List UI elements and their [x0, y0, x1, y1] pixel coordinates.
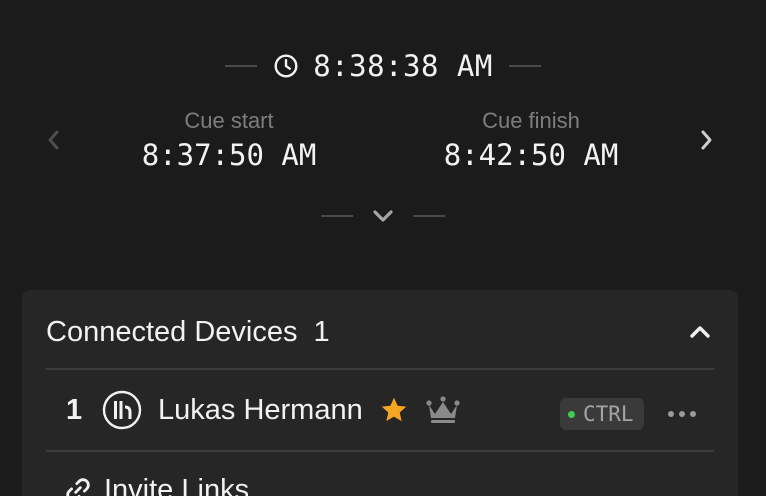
current-time-row: 8:38:38 AM: [0, 44, 766, 88]
star-icon[interactable]: [379, 395, 409, 425]
panel-divider: [46, 450, 714, 452]
invite-links-row[interactable]: Invite Links: [46, 468, 714, 496]
collapse-devices-button[interactable]: [686, 318, 714, 346]
chevron-up-icon: [690, 326, 710, 338]
connected-devices-count: 1: [313, 315, 330, 348]
current-time: 8:38:38 AM: [313, 49, 493, 83]
previous-cue-button[interactable]: [40, 126, 68, 154]
chevron-down-icon: [373, 210, 393, 222]
connected-devices-header[interactable]: Connected Devices 1: [46, 310, 714, 354]
device-index: 1: [66, 393, 83, 426]
cue-finish: Cue finish 8:42:50 AM: [411, 106, 651, 174]
expand-right-rule: [413, 215, 445, 217]
cue-finish-time: 8:42:50 AM: [443, 138, 619, 172]
control-badge-label: CTRL: [583, 402, 634, 426]
expand-left-rule: [321, 215, 353, 217]
expand-row: [0, 200, 766, 232]
cue-start-label: Cue start: [184, 108, 274, 133]
status-dot: [568, 410, 575, 418]
cue-timer-app: 8:38:38 AM Cue start 8:37:50 AM Cue fini…: [0, 0, 766, 496]
clock-icon: [274, 54, 298, 78]
expand-button[interactable]: [371, 204, 395, 228]
control-status-badge: CTRL: [560, 398, 644, 430]
crown-icon[interactable]: [425, 395, 461, 425]
invite-links-label: Invite Links: [104, 473, 250, 496]
device-name: Lukas Hermann: [158, 393, 363, 426]
clock-left-rule: [225, 65, 258, 67]
panel-divider: [46, 368, 714, 370]
cue-start: Cue start 8:37:50 AM: [109, 106, 349, 174]
device-logo-icon: [102, 390, 142, 430]
clock-right-rule: [508, 65, 541, 67]
cue-finish-label: Cue finish: [482, 108, 580, 133]
chevron-left-icon: [48, 130, 59, 150]
more-icon: [668, 411, 696, 417]
link-icon: [66, 478, 90, 496]
next-cue-button[interactable]: [692, 126, 720, 154]
connected-devices-title: Connected Devices: [46, 315, 298, 348]
device-row[interactable]: 1 Lukas Hermann CTRL: [46, 372, 714, 448]
cue-start-time: 8:37:50 AM: [141, 138, 317, 172]
device-more-button[interactable]: [666, 398, 698, 430]
chevron-right-icon: [701, 130, 712, 150]
connected-devices-panel: Connected Devices 1 1 Lukas Hermann CTRL…: [22, 290, 738, 496]
